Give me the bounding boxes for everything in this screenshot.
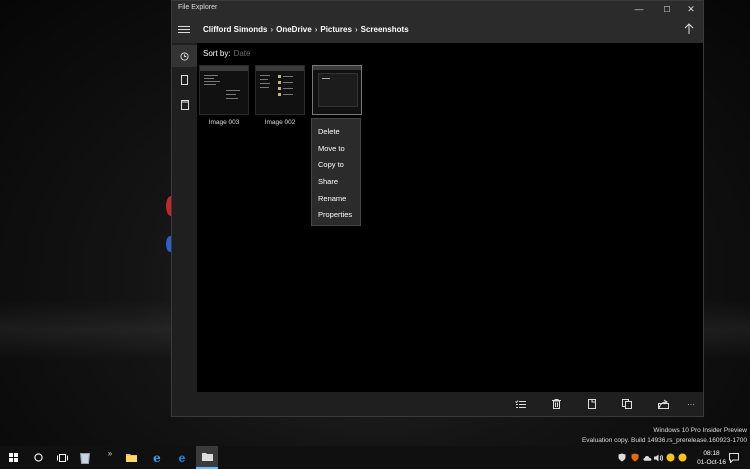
select-icon[interactable] <box>513 397 527 411</box>
breadcrumb-item-screenshots[interactable]: Screenshots <box>361 25 409 34</box>
internet-explorer-icon: e <box>153 450 161 465</box>
watermark-edition: Windows 10 Pro Insider Preview <box>653 427 747 434</box>
window-title: File Explorer <box>178 4 218 11</box>
cortana-circle-icon <box>33 453 43 462</box>
emoji-alt-icon[interactable] <box>678 453 687 462</box>
file-name-image-002: Image 002 <box>264 119 296 126</box>
toolbar-overflow-chevron[interactable]: » <box>104 446 116 469</box>
windows-logo-icon <box>8 453 18 462</box>
start-button[interactable] <box>4 446 22 469</box>
hamburger-menu-icon[interactable] <box>178 24 190 36</box>
folder-icon <box>125 454 137 462</box>
antivirus-icon[interactable] <box>630 453 639 462</box>
folder-dark-icon <box>201 453 213 461</box>
recycle-bin-taskbar-item[interactable] <box>76 446 94 469</box>
maximize-button[interactable]: ☐ <box>655 1 679 18</box>
edge-icon: e <box>178 450 186 465</box>
recycle-bin-icon <box>80 452 90 464</box>
menu-item-copy-to[interactable]: Copy to <box>318 160 344 169</box>
edge-taskbar-item[interactable]: e <box>173 446 191 469</box>
menu-item-delete[interactable]: Delete <box>318 127 340 136</box>
taskbar: » e e 08:18 01-Oct-16 <box>0 446 750 469</box>
sort-label: Sort by: <box>203 49 231 58</box>
clock-time: 08:18 <box>703 450 720 457</box>
internet-explorer-taskbar-item[interactable]: e <box>148 446 166 469</box>
more-icon[interactable]: ··· <box>684 397 698 411</box>
close-button[interactable]: ✕ <box>679 1 703 18</box>
sidebar <box>172 43 197 416</box>
breadcrumb-separator: › <box>314 25 318 34</box>
phone-icon <box>181 75 188 85</box>
clock-icon <box>180 51 189 61</box>
up-arrow-icon[interactable] <box>683 23 695 37</box>
menu-item-rename[interactable]: Rename <box>318 194 346 203</box>
volume-icon[interactable] <box>654 453 663 462</box>
breadcrumb-item-pictures[interactable]: Pictures <box>320 25 352 34</box>
action-center-icon[interactable] <box>728 452 739 463</box>
onedrive-icon[interactable] <box>643 453 652 462</box>
sidebar-item-this-device[interactable] <box>172 69 197 91</box>
delete-icon[interactable] <box>549 397 563 411</box>
file-name-image-003: Image 003 <box>208 119 240 126</box>
clock-date: 01-Oct-16 <box>697 459 726 466</box>
file-explorer-taskbar-item[interactable] <box>122 446 140 469</box>
shield-icon[interactable] <box>617 453 626 462</box>
menu-item-move-to[interactable]: Move to <box>318 144 345 153</box>
task-view-icon <box>56 453 68 462</box>
breadcrumb-item-onedrive[interactable]: OneDrive <box>276 25 312 34</box>
title-bar: File Explorer — ☐ ✕ <box>172 1 703 18</box>
minimize-button[interactable]: — <box>627 1 651 18</box>
context-menu: Delete Move to Copy to Share Rename Prop… <box>311 118 361 226</box>
task-view-button[interactable] <box>53 446 71 469</box>
command-bar: ··· <box>197 392 703 416</box>
sidebar-item-sd-card[interactable] <box>172 94 197 116</box>
share-icon[interactable] <box>656 397 670 411</box>
system-clock[interactable]: 08:18 01-Oct-16 <box>697 449 726 467</box>
file-explorer-window: File Explorer — ☐ ✕ Clifford Simonds › One… <box>171 0 704 417</box>
menu-item-share[interactable]: Share <box>318 177 338 186</box>
file-thumbnail-image-002[interactable] <box>255 65 305 115</box>
file-thumbnail-selected[interactable] <box>312 65 362 115</box>
emoji-icon[interactable] <box>666 453 675 462</box>
file-explorer-uwp-taskbar-item[interactable] <box>196 446 218 469</box>
menu-item-properties[interactable]: Properties <box>318 210 352 219</box>
sd-card-icon <box>180 100 189 110</box>
breadcrumb-separator: › <box>354 25 358 34</box>
header-bar: Clifford Simonds › OneDrive › Pictures › Scree… <box>172 18 703 43</box>
new-item-icon[interactable] <box>585 397 599 411</box>
copy-icon[interactable] <box>620 397 634 411</box>
watermark-build: Evaluation copy. Build 14936.rs_prerelea… <box>581 437 747 444</box>
breadcrumb-item-user[interactable]: Clifford Simonds <box>203 25 267 34</box>
sort-value[interactable]: Date <box>234 49 251 58</box>
file-thumbnail-image-003[interactable] <box>199 65 249 115</box>
cortana-button[interactable] <box>29 446 47 469</box>
breadcrumb: Clifford Simonds › OneDrive › Pictures › Scree… <box>203 25 409 34</box>
breadcrumb-separator: › <box>270 25 274 34</box>
sort-control[interactable]: Sort by: Date <box>203 49 250 58</box>
sidebar-item-recent[interactable] <box>172 45 197 67</box>
